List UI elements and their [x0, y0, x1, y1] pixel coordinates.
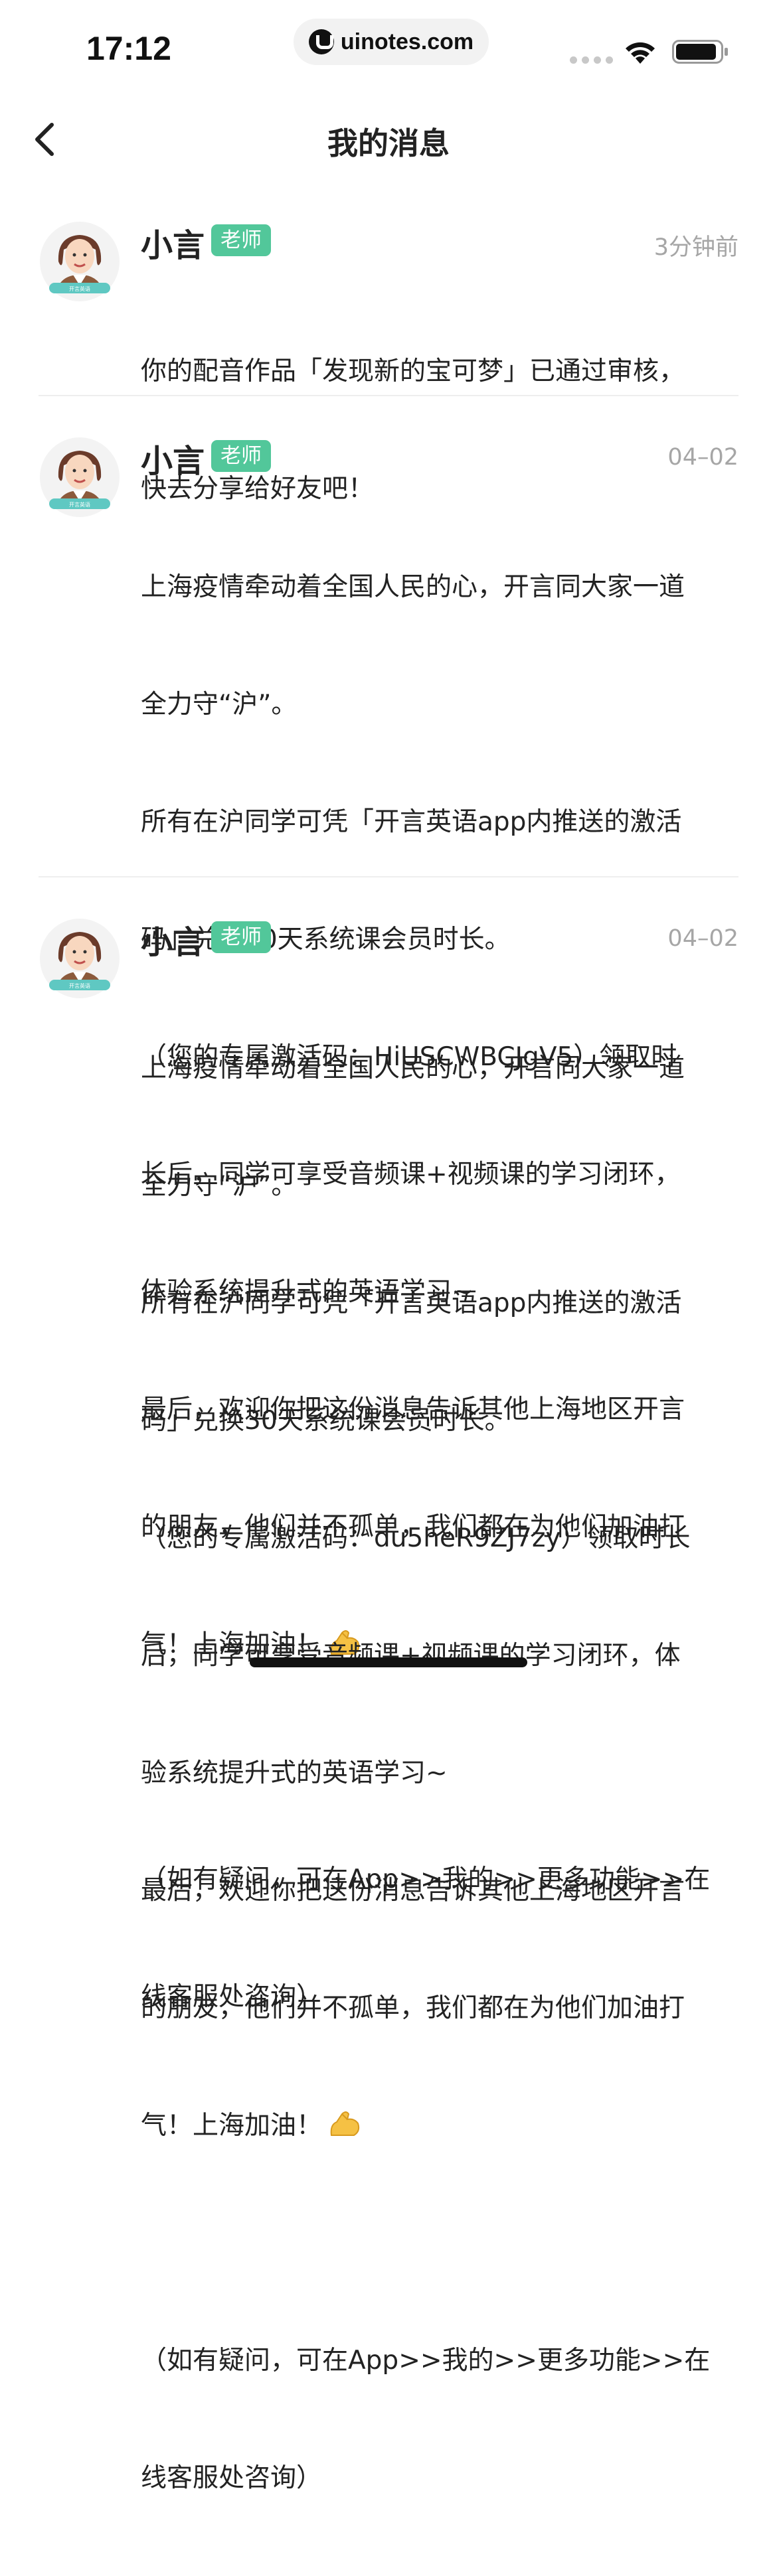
message-line: 全力守“沪”。	[141, 1171, 298, 1201]
message-line: （您的专属激活码：du5heR9ZJ7zy）领取时长	[141, 1523, 691, 1553]
message-line-with-emoji: 气！上海加油！	[141, 2106, 738, 2145]
message-line: 线客服处咨询）	[141, 2463, 323, 2493]
home-indicator[interactable]	[250, 1657, 527, 1667]
message-line: 上海疫情牵动着全国人民的心，开言同大家一道	[141, 572, 685, 602]
message-line: （如有疑问，可在App>>我的>>更多功能>>在	[141, 2346, 711, 2376]
status-bar: 17:12 uinotes.com	[0, 0, 777, 86]
sender-name: 小言	[141, 227, 205, 264]
uinotes-logo-icon	[308, 29, 334, 54]
flexed-biceps-icon	[330, 2111, 360, 2136]
message-line: ​	[141, 2224, 738, 2263]
status-time: 17:12	[86, 30, 171, 67]
page-title: 我的消息	[327, 125, 450, 161]
wifi-icon	[626, 42, 655, 64]
message-time: 04–02	[667, 925, 738, 952]
message-line: 上海疫情牵动着全国人民的心，开言同大家一道	[141, 1053, 685, 1083]
message-line: 的朋友，他们并不孤单，我们都在为他们加油打	[141, 1993, 685, 2023]
svg-text:开言英语: 开言英语	[69, 285, 90, 292]
message-line: 码」兑换30天系统课会员时长。	[141, 1406, 511, 1436]
message-item[interactable]: 开言英语 小言 老师 04–02 上海疫情牵动着全国人民的心，开言同大家一道 全…	[0, 428, 777, 2012]
teacher-avatar-icon: 开言英语	[40, 919, 120, 998]
nav-bar: 我的消息	[0, 100, 777, 173]
url-pill[interactable]: uinotes.com	[294, 19, 489, 65]
role-badge: 老师	[211, 440, 271, 472]
svg-text:开言英语: 开言英语	[69, 501, 90, 508]
message-line: 气！上海加油！	[141, 2111, 323, 2141]
battery-icon	[672, 40, 728, 64]
message-list: 开言英语 小言 老师 3分钟前 你的配音作品「发现新的宝可梦」已通过审核， 快去…	[0, 212, 777, 2493]
url-text: uinotes.com	[340, 29, 474, 54]
role-badge: 老师	[211, 921, 271, 953]
divider	[39, 395, 738, 396]
message-line: 最后，欢迎你把这份消息告诉其他上海地区开言	[141, 1876, 685, 1906]
message-time: 3分钟前	[653, 234, 738, 261]
message-line: 后，同学可享受音频课+视频课的学习闭环，体	[141, 1641, 681, 1671]
message-item[interactable]: 开言英语 小言 老师 04–02 上海疫情牵动着全国人民的心，开言同大家一道 全…	[0, 909, 777, 2493]
message-line: 验系统提升式的英语学习~	[141, 1758, 448, 1788]
message-line: 你的配音作品「发现新的宝可梦」已通过审核，	[141, 356, 685, 386]
teacher-avatar-icon: 开言英语	[40, 437, 120, 517]
message-body: 上海疫情牵动着全国人民的心，开言同大家一道 全力守“沪”。 所有在沪同学可凭「开…	[141, 970, 738, 2576]
message-line: 全力守“沪”。	[141, 690, 298, 720]
message-time: 04–02	[667, 444, 738, 471]
role-badge: 老师	[211, 224, 271, 256]
divider	[39, 876, 738, 877]
sender-name: 小言	[141, 924, 205, 961]
sender-name: 小言	[141, 443, 205, 480]
svg-text:开言英语: 开言英语	[69, 982, 90, 989]
message-line: 所有在沪同学可凭「开言英语app内推送的激活	[141, 1288, 682, 1318]
message-line: 所有在沪同学可凭「开言英语app内推送的激活	[141, 807, 682, 837]
message-item[interactable]: 开言英语 小言 老师 3分钟前 你的配音作品「发现新的宝可梦」已通过审核， 快去…	[0, 212, 777, 504]
signal-dots-icon	[570, 56, 613, 64]
teacher-avatar-icon: 开言英语	[40, 222, 120, 301]
